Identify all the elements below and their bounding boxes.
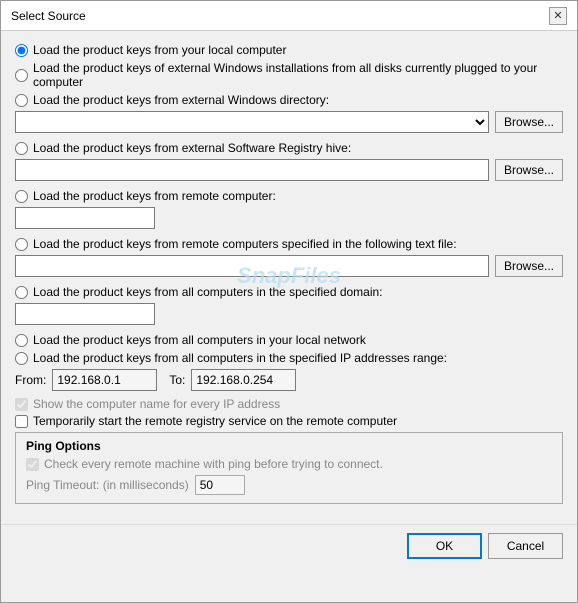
to-label: To: [169, 373, 185, 387]
option-row-4: Load the product keys from external Soft… [15, 141, 563, 155]
remote-computer-input-row [15, 207, 563, 229]
radio-registry-hive[interactable] [15, 142, 28, 155]
option-row-6: Load the product keys from remote comput… [15, 237, 563, 251]
option-row-2: Load the product keys of external Window… [15, 61, 563, 89]
label-remote-computer[interactable]: Load the product keys from remote comput… [33, 189, 276, 203]
show-computer-name-row: Show the computer name for every IP addr… [15, 397, 563, 411]
text-file-input[interactable] [15, 255, 489, 277]
ping-section: Ping Options Check every remote machine … [15, 432, 563, 504]
option-row-5: Load the product keys from remote comput… [15, 189, 563, 203]
option-row-3: Load the product keys from external Wind… [15, 93, 563, 107]
ip-range-row: From: To: [15, 369, 563, 391]
dialog-title: Select Source [11, 9, 86, 23]
registry-input[interactable] [15, 159, 489, 181]
from-label: From: [15, 373, 46, 387]
label-domain[interactable]: Load the product keys from all computers… [33, 285, 383, 299]
remote-computer-input[interactable] [15, 207, 155, 229]
label-external-windows[interactable]: Load the product keys of external Window… [33, 61, 563, 89]
temp-start-checkbox[interactable] [15, 415, 28, 428]
text-file-input-row: Browse... [15, 255, 563, 277]
ping-check-row: Check every remote machine with ping bef… [26, 457, 552, 471]
ping-timeout-label: Ping Timeout: (in milliseconds) [26, 478, 189, 492]
cancel-button[interactable]: Cancel [488, 533, 563, 559]
domain-input-row [15, 303, 563, 325]
label-local-network[interactable]: Load the product keys from all computers… [33, 333, 366, 347]
ping-check-label[interactable]: Check every remote machine with ping bef… [44, 457, 383, 471]
show-computer-name-checkbox[interactable] [15, 398, 28, 411]
browse-text-file-button[interactable]: Browse... [495, 255, 563, 277]
directory-select[interactable] [15, 111, 489, 133]
radio-text-file[interactable] [15, 238, 28, 251]
label-text-file[interactable]: Load the product keys from remote comput… [33, 237, 457, 251]
temp-start-row: Temporarily start the remote registry se… [15, 414, 563, 428]
label-local-computer[interactable]: Load the product keys from your local co… [33, 43, 286, 57]
ping-timeout-input[interactable]: 50 [195, 475, 245, 495]
option-row-7: Load the product keys from all computers… [15, 285, 563, 299]
ping-timeout-row: Ping Timeout: (in milliseconds) 50 [26, 475, 552, 495]
close-button[interactable]: ✕ [549, 7, 567, 25]
radio-remote-computer[interactable] [15, 190, 28, 203]
radio-external-directory[interactable] [15, 94, 28, 107]
label-registry-hive[interactable]: Load the product keys from external Soft… [33, 141, 351, 155]
label-external-directory[interactable]: Load the product keys from external Wind… [33, 93, 329, 107]
to-ip-input[interactable] [191, 369, 296, 391]
ok-button[interactable]: OK [407, 533, 482, 559]
browse-registry-button[interactable]: Browse... [495, 159, 563, 181]
radio-local-network[interactable] [15, 334, 28, 347]
ping-check-checkbox[interactable] [26, 458, 39, 471]
label-ip-range[interactable]: Load the product keys from all computers… [33, 351, 447, 365]
directory-input-row: Browse... [15, 111, 563, 133]
dialog-content: Load the product keys from your local co… [1, 31, 577, 520]
select-source-dialog: Select Source ✕ Load the product keys fr… [0, 0, 578, 603]
show-computer-name-label[interactable]: Show the computer name for every IP addr… [33, 397, 280, 411]
ping-section-title: Ping Options [26, 439, 552, 453]
option-row-8: Load the product keys from all computers… [15, 333, 563, 347]
domain-input[interactable] [15, 303, 155, 325]
title-bar: Select Source ✕ [1, 1, 577, 31]
dialog-footer: OK Cancel [1, 524, 577, 569]
option-row-1: Load the product keys from your local co… [15, 43, 563, 57]
radio-domain[interactable] [15, 286, 28, 299]
radio-ip-range[interactable] [15, 352, 28, 365]
radio-external-windows[interactable] [15, 69, 28, 82]
browse-directory-button[interactable]: Browse... [495, 111, 563, 133]
from-ip-input[interactable] [52, 369, 157, 391]
temp-start-label[interactable]: Temporarily start the remote registry se… [33, 414, 397, 428]
radio-local-computer[interactable] [15, 44, 28, 57]
option-row-9: Load the product keys from all computers… [15, 351, 563, 365]
registry-input-row: Browse... [15, 159, 563, 181]
